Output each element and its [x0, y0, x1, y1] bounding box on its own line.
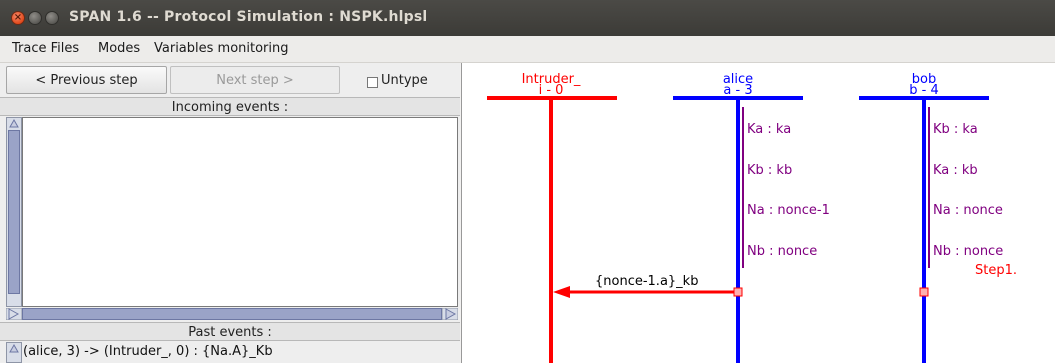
- variable-label: Ka : kb: [933, 163, 978, 178]
- minimize-window-button[interactable]: [28, 11, 42, 25]
- scroll-right-icon[interactable]: [442, 308, 458, 320]
- variable-label: Kb : ka: [933, 122, 978, 137]
- message-arrow[interactable]: {nonce-1.a}_kb: [553, 274, 743, 298]
- lifeline-alice: alice a - 3 Ka : ka Kb : kb Na : nonce-1…: [673, 72, 830, 363]
- scroll-up-icon[interactable]: [7, 343, 21, 353]
- variable-label: Nb : nonce: [933, 244, 1003, 259]
- next-step-button[interactable]: Next step >: [170, 66, 340, 94]
- previous-step-button[interactable]: < Previous step: [6, 66, 167, 94]
- untype-label: Untype: [381, 73, 428, 88]
- menu-trace-files[interactable]: Trace Files: [12, 41, 79, 56]
- variable-label: Na : nonce: [933, 203, 1003, 218]
- window-title: SPAN 1.6 -- Protocol Simulation : NSPK.h…: [69, 9, 428, 25]
- close-window-button[interactable]: ×: [11, 11, 25, 25]
- vertical-scroll-thumb[interactable]: [8, 130, 20, 294]
- menu-modes[interactable]: Modes: [98, 41, 140, 56]
- arrowhead-icon: [553, 286, 570, 298]
- incoming-vertical-scrollbar[interactable]: [6, 117, 22, 307]
- title-bar: × SPAN 1.6 -- Protocol Simulation : NSPK…: [0, 0, 1055, 36]
- untype-checkbox[interactable]: [367, 77, 378, 88]
- variable-label: Ka : ka: [747, 122, 791, 137]
- past-vertical-scrollbar[interactable]: [6, 342, 22, 363]
- role-id: b - 4: [909, 83, 938, 98]
- step-label: Step1.: [975, 263, 1017, 278]
- close-icon: ×: [13, 12, 23, 23]
- role-id: a - 3: [723, 83, 752, 98]
- message-label: {nonce-1.a}_kb: [595, 274, 698, 289]
- lifeline-bob: bob b - 4 Kb : ka Ka : kb Na : nonce Nb …: [859, 72, 1017, 363]
- variable-label: Na : nonce-1: [747, 203, 830, 218]
- menu-variables-monitoring[interactable]: Variables monitoring: [154, 41, 289, 56]
- variable-label: Nb : nonce: [747, 244, 817, 259]
- diagram-canvas: Intruder_ i - 0 alice a - 3 Ka : ka Kb :…: [487, 72, 1017, 363]
- incoming-events-header: Incoming events :: [0, 97, 460, 116]
- step-marker[interactable]: [919, 287, 929, 297]
- past-events-header: Past events :: [0, 322, 460, 341]
- lifeline-intruder: Intruder_ i - 0: [487, 72, 617, 363]
- role-id: i - 0: [539, 83, 564, 98]
- incoming-horizontal-scrollbar[interactable]: [22, 308, 442, 320]
- maximize-window-button[interactable]: [45, 11, 59, 25]
- sequence-diagram: Intruder_ i - 0 alice a - 3 Ka : ka Kb :…: [461, 63, 1055, 363]
- menu-bar: Trace Files Modes Variables monitoring: [0, 36, 1055, 63]
- past-event-item[interactable]: (alice, 3) -> (Intruder_, 0) : {Na.A}_Kb: [23, 344, 273, 359]
- incoming-events-list[interactable]: [22, 117, 458, 307]
- message-anchor: [733, 287, 743, 297]
- scroll-left-icon[interactable]: [6, 308, 22, 320]
- variable-label: Kb : kb: [747, 163, 792, 178]
- left-panel: < Previous step Next step > Untype Incom…: [0, 63, 460, 363]
- scroll-up-icon[interactable]: [7, 118, 21, 128]
